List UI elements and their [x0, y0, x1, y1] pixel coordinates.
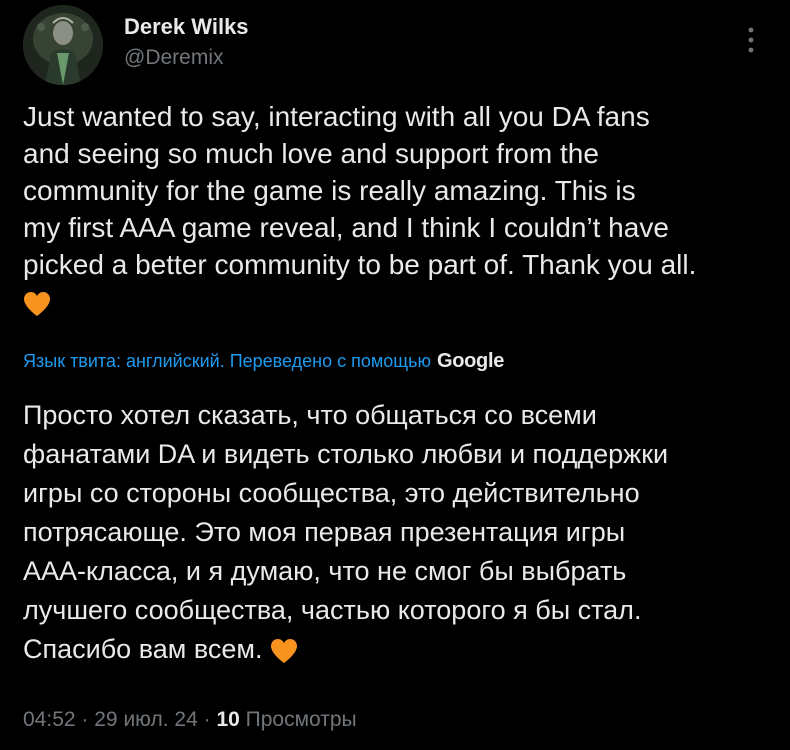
more-vertical-icon — [748, 27, 754, 53]
tweet-card: Derek Wilks @Deremix Just wanted to say,… — [0, 0, 790, 750]
orange-heart-icon — [270, 638, 297, 663]
meta-separator: · — [203, 708, 211, 731]
translated-text-line: AAA-класса, и я думаю, что не смог бы вы… — [23, 556, 627, 586]
google-logo: Google — [436, 350, 505, 372]
translated-text-line: потрясающе. Это моя первая презентация и… — [23, 517, 626, 547]
translated-text-line-last: Спасибо вам всем. — [23, 630, 773, 669]
tweet-text-line: picked a better community to be part of.… — [23, 249, 697, 280]
translation-notice[interactable]: Язык твита: английский. Переведено с пом… — [23, 350, 504, 373]
tweet-text-line: Just wanted to say, interacting with all… — [23, 101, 650, 132]
author-name[interactable]: Derek Wilks — [124, 14, 249, 40]
tweet-emoji-line — [23, 283, 773, 320]
tweet-time[interactable]: 04:52 — [23, 708, 76, 731]
translated-text: Просто хотел сказать, что общаться со вс… — [23, 396, 773, 669]
more-options-button[interactable] — [736, 20, 766, 60]
translation-label[interactable]: Язык твита: английский. Переведено с пом… — [23, 351, 431, 372]
tweet-text-line: and seeing so much love and support from… — [23, 138, 599, 169]
tweet-meta: 04:52 · 29 июл. 24 · 10 Просмотры — [23, 708, 357, 732]
translated-text-line: лучшего сообщества, частью которого я бы… — [23, 595, 642, 625]
tweet-text-line: my first AAA game reveal, and I think I … — [23, 212, 669, 243]
tweet-date[interactable]: 29 июл. 24 — [94, 708, 198, 731]
orange-heart-icon — [24, 291, 50, 316]
author-handle[interactable]: @Deremix — [124, 46, 224, 70]
views-label[interactable]: Просмотры — [246, 708, 357, 731]
views-count[interactable]: 10 — [216, 708, 239, 731]
translated-text-line: игры со стороны сообщества, это действит… — [23, 478, 640, 508]
avatar[interactable] — [23, 5, 103, 85]
meta-separator: · — [81, 708, 89, 731]
translated-text-line: фанатами DA и видеть столько любви и под… — [23, 439, 669, 469]
tweet-text: Just wanted to say, interacting with all… — [23, 98, 773, 320]
avatar-image — [23, 5, 103, 85]
tweet-text-line: community for the game is really amazing… — [23, 175, 636, 206]
translated-text-closing: Спасибо вам всем. — [23, 634, 263, 664]
translated-text-line: Просто хотел сказать, что общаться со вс… — [23, 400, 597, 430]
